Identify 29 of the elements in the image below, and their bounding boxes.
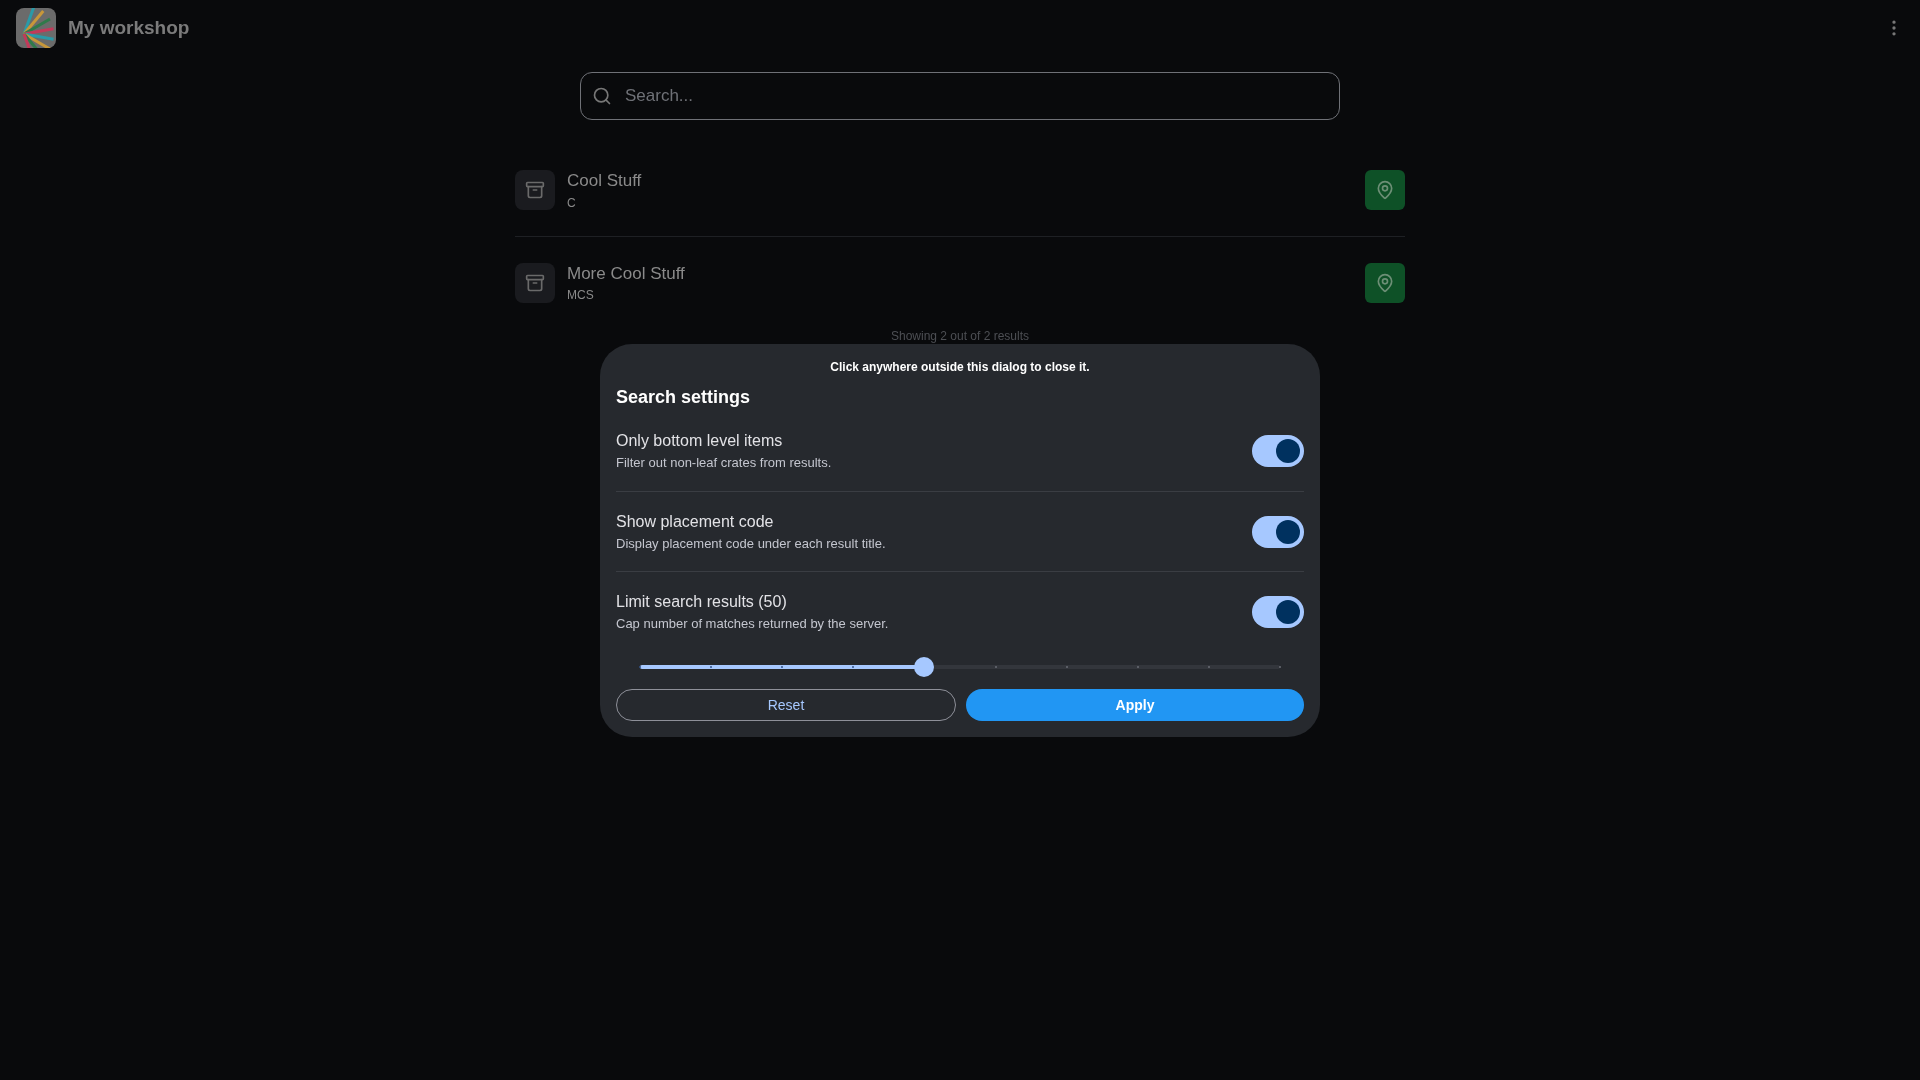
setting-label: Limit search results (50): [616, 591, 788, 612]
setting-label: Show placement code: [616, 511, 775, 532]
setting-description: Filter out non-leaf crates from results.: [616, 454, 833, 473]
result-title[interactable]: Cool Stuff: [567, 168, 642, 194]
crate-icon: [515, 170, 555, 210]
result-title[interactable]: More Cool Stuff: [567, 260, 685, 287]
setting-description: Display placement code under each result title.: [616, 534, 887, 553]
dialog-title: Search settings: [616, 386, 752, 409]
results-summary: Showing 2 out of 2 results: [890, 330, 1030, 342]
setting-label: Only bottom level items: [616, 431, 784, 452]
search-icon: [592, 86, 612, 106]
setting-description: Cap number of matches returned by the server.: [616, 614, 890, 633]
apply-button[interactable]: Apply: [966, 689, 1304, 721]
crate-icon: [515, 262, 555, 303]
toggle-switch[interactable]: [1252, 435, 1304, 467]
app-logo-icon: [16, 8, 56, 48]
location-button[interactable]: [1365, 170, 1405, 210]
toggle-switch[interactable]: [1252, 595, 1304, 628]
toggle-switch[interactable]: [1252, 515, 1304, 548]
search-field[interactable]: Search...: [580, 72, 1340, 120]
location-button[interactable]: [1365, 262, 1405, 303]
pin-icon: [1375, 272, 1395, 293]
app-title: My workshop: [68, 15, 190, 40]
placement-code: MCS: [567, 287, 595, 305]
dialog-hint: Click anywhere outside this dialog to close it.: [830, 359, 1090, 376]
pin-icon: [1375, 180, 1395, 200]
slider-thumb[interactable]: [914, 657, 935, 677]
placement-code: C: [567, 194, 577, 212]
slider-track[interactable]: [640, 655, 1280, 679]
